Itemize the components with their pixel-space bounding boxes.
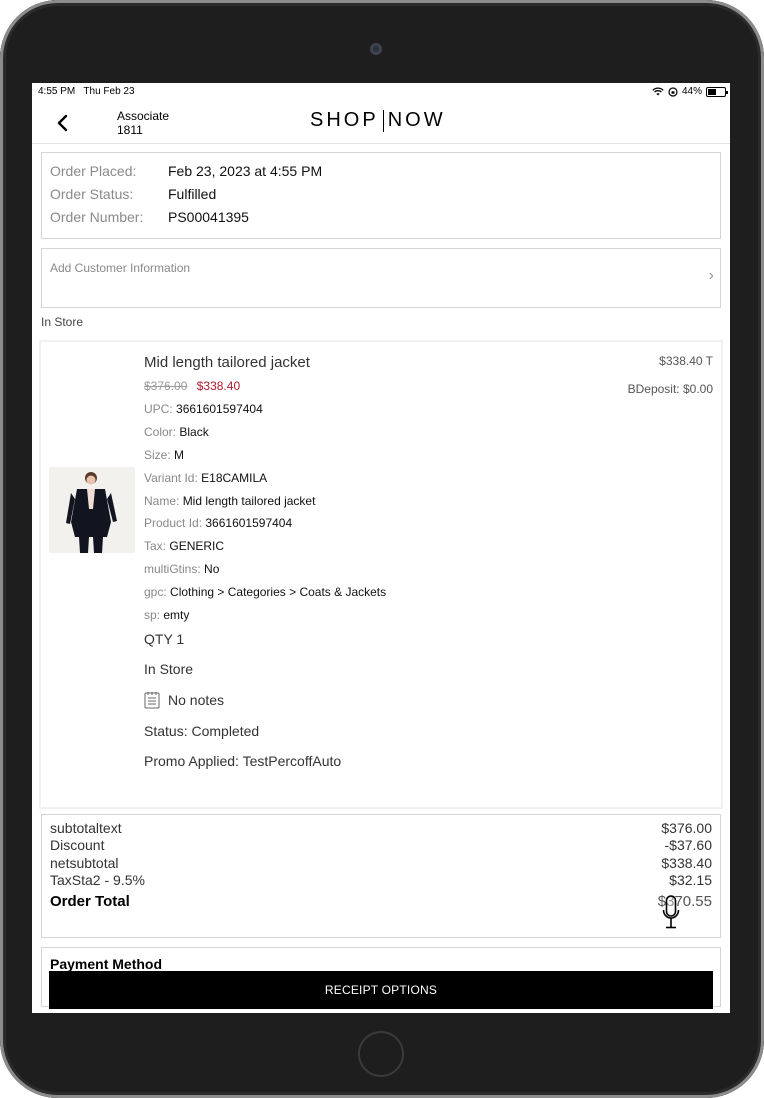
sale-price: $338.40 (196, 379, 241, 393)
product-attribute: Tax: GENERIC (144, 539, 225, 554)
item-line-total: $338.40 T (659, 354, 713, 368)
associate-info: Associate 1811 (117, 109, 169, 137)
product-attribute: Color: Black (144, 424, 209, 439)
original-price: $376.00 (144, 379, 188, 393)
brand-logo: SHOP NOW (310, 109, 446, 132)
order-number-label: Order Number: (50, 209, 144, 225)
product-attribute: multiGtins: No (144, 562, 220, 577)
add-customer-row[interactable]: Add Customer Information › (41, 248, 721, 308)
nav-bar: Associate 1811 SHOP NOW (32, 101, 730, 144)
microphone-icon[interactable] (662, 895, 680, 929)
order-status-label: Order Status: (50, 186, 134, 202)
receipt-options-button[interactable]: RECEIPT OPTIONS (49, 971, 713, 1009)
totals-row: netsubtotal $338.40 (50, 854, 712, 871)
payment-method-title: Payment Method (50, 956, 163, 972)
battery-icon (706, 86, 728, 97)
order-totals-card: subtotaltext $376.00 Discount -$37.60 nets… (41, 814, 721, 938)
product-attribute: gpc: Clothing > Categories > Coats & Jac… (144, 585, 387, 600)
tablet-frame: 4:55 PM Thu Feb 23 44% Associate 1811 SH… (0, 0, 764, 1098)
item-promo: Promo Applied: TestPercoffAuto (144, 752, 342, 769)
product-price: $376.00 $338.40 (144, 379, 564, 393)
wifi-icon (652, 87, 664, 96)
rotation-lock-icon (668, 86, 678, 97)
back-chevron-icon[interactable] (56, 114, 70, 132)
notes-text: No notes (168, 691, 225, 708)
product-attribute: Name: Mid length tailored jacket (144, 493, 316, 508)
fulfillment-label: In Store (41, 315, 84, 329)
product-attribute: Product Id: 3661601597404 (144, 516, 293, 531)
status-time: 4:55 PM Thu Feb 23 (38, 86, 135, 97)
item-deposit: BDeposit: $0.00 (627, 382, 713, 396)
line-item-card: Mid length tailored jacket $376.00 $338.… (41, 342, 721, 807)
associate-label: Associate (117, 109, 170, 123)
app-screen: 4:55 PM Thu Feb 23 44% Associate 1811 SH… (32, 83, 730, 1013)
order-placed-label: Order Placed: (50, 163, 137, 179)
order-placed-value: Feb 23, 2023 at 4:55 PM (168, 163, 323, 179)
front-camera (370, 43, 382, 55)
product-title: Mid length tailored jacket (144, 354, 310, 371)
item-quantity: QTY 1 (144, 630, 185, 647)
totals-row: Discount -$37.60 (50, 837, 712, 854)
item-notes[interactable]: No notes (144, 691, 564, 709)
totals-row: TaxSta2 - 9.5% $32.15 (50, 872, 712, 889)
order-status-value: Fulfilled (168, 186, 217, 202)
product-attribute: Variant Id: E18CAMILA (144, 470, 268, 485)
product-image[interactable] (49, 467, 135, 553)
order-total-row: Order Total $370.55 (50, 893, 712, 910)
home-button[interactable] (358, 1031, 404, 1077)
add-customer-label: Add Customer Information (50, 261, 191, 275)
product-attribute: UPC: 3661601597404 (144, 402, 263, 416)
chevron-right-icon: › (708, 267, 714, 284)
order-summary-card: Order Placed: Feb 23, 2023 at 4:55 PM Or… (41, 152, 721, 239)
order-total-label: Order Total (50, 892, 130, 910)
totals-row: subtotaltext $376.00 (50, 820, 712, 836)
associate-id: 1811 (117, 123, 143, 137)
item-fulfillment: In Store (144, 660, 194, 677)
order-detail-content: Order Placed: Feb 23, 2023 at 4:55 PM Or… (32, 145, 730, 1013)
item-status: Status: Completed (144, 722, 260, 739)
product-attribute: Size: M (144, 447, 185, 462)
order-number-value: PS00041395 (168, 209, 249, 225)
battery-percent: 44% (681, 86, 702, 97)
product-attribute: sp: emty (144, 608, 190, 623)
notepad-icon (144, 691, 160, 709)
status-bar: 4:55 PM Thu Feb 23 44% (32, 83, 730, 101)
